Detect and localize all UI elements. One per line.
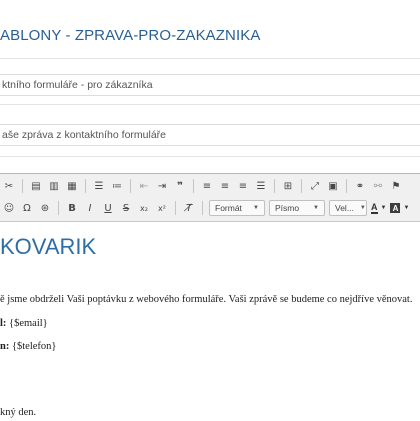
toolbar-separator	[301, 179, 302, 193]
bold-icon[interactable]: B	[64, 200, 80, 216]
toolbar-separator	[175, 201, 176, 215]
email-placeholder: {$email}	[9, 318, 48, 329]
rich-text-editor[interactable]: ✂ ▤ ▥ ▦ ☰ ≔ ⇤ ⇥ ❞ ≡ ≡ ≡ ☰ ⊞ ⤢ ▣ ⚭ ⚯ ⚑ ☺ …	[0, 173, 420, 421]
align-right-icon[interactable]: ≡	[235, 178, 251, 194]
align-left-icon[interactable]: ≡	[199, 178, 215, 194]
strikethrough-icon[interactable]: S	[118, 200, 134, 216]
background-color-label: A	[390, 203, 401, 213]
chevron-down-icon: ▼	[253, 205, 259, 211]
paste-word-icon[interactable]: ▦	[64, 178, 80, 194]
link-icon[interactable]: ⚭	[352, 178, 368, 194]
smiley-icon[interactable]: ☺	[1, 200, 17, 216]
toolbar-separator	[85, 179, 86, 193]
header-divider	[0, 58, 420, 59]
underline-icon[interactable]: U	[100, 200, 116, 216]
section-divider	[0, 156, 420, 157]
chevron-down-icon: ▼	[359, 205, 366, 211]
page-title: ABLONY - ZPRAVA-PRO-ZAKAZNIKA	[0, 27, 261, 44]
outdent-icon[interactable]: ⇤	[136, 178, 152, 194]
table-icon[interactable]: ⊞	[280, 178, 296, 194]
italic-icon[interactable]: I	[82, 200, 98, 216]
background-color-button[interactable]: A ▼	[390, 200, 409, 216]
size-dropdown[interactable]: Vel... ▼	[329, 200, 367, 216]
superscript-icon[interactable]: x²	[154, 200, 170, 216]
text-color-label: A	[371, 201, 378, 214]
cut-icon[interactable]: ✂	[1, 178, 17, 194]
toolbar-separator	[58, 201, 59, 215]
phone-label: n:	[0, 341, 10, 352]
toolbar-row-1: ✂ ▤ ▥ ▦ ☰ ≔ ⇤ ⇥ ❞ ≡ ≡ ≡ ☰ ⊞ ⤢ ▣ ⚭ ⚯ ⚑	[0, 176, 405, 196]
format-dropdown[interactable]: Formát ▼	[209, 200, 265, 216]
blockquote-icon[interactable]: ❞	[172, 178, 188, 194]
subscript-icon[interactable]: x₂	[136, 200, 152, 216]
show-blocks-icon[interactable]: ▣	[325, 178, 341, 194]
section-divider	[0, 104, 420, 105]
indent-icon[interactable]: ⇥	[154, 178, 170, 194]
paste-text-icon[interactable]: ▥	[46, 178, 62, 194]
toolbar-separator	[130, 179, 131, 193]
font-dropdown[interactable]: Písmo ▼	[269, 200, 325, 216]
chevron-down-icon: ▼	[380, 205, 387, 211]
editor-toolbar: ✂ ▤ ▥ ▦ ☰ ≔ ⇤ ⇥ ❞ ≡ ≡ ≡ ☰ ⊞ ⤢ ▣ ⚭ ⚯ ⚑ ☺ …	[0, 174, 420, 222]
email-subject-field[interactable]	[0, 124, 420, 146]
font-dropdown-label: Písmo	[275, 203, 300, 213]
unlink-icon[interactable]: ⚯	[370, 178, 386, 194]
align-justify-icon[interactable]: ☰	[253, 178, 269, 194]
toolbar-separator	[22, 179, 23, 193]
toolbar-separator	[346, 179, 347, 193]
toolbar-row-2: ☺ Ω ⊛ B I U S x₂ x² T̸ Formát ▼ Písmo ▼ …	[0, 198, 411, 218]
anchor-icon[interactable]: ⚑	[388, 178, 404, 194]
remove-format-icon[interactable]: T̸	[181, 200, 197, 216]
phone-line: n: {$telefon}	[0, 341, 56, 352]
iframe-icon[interactable]: ⊛	[37, 200, 53, 216]
special-char-icon[interactable]: Ω	[19, 200, 35, 216]
editor-content[interactable]: KOVARIK ě jsme obdrželi Vaši poptávku z …	[0, 222, 420, 420]
chevron-down-icon: ▼	[313, 205, 319, 211]
size-dropdown-label: Vel...	[335, 203, 354, 213]
closing-line: kný den.	[0, 407, 37, 418]
email-line: l: {$email}	[0, 318, 48, 329]
paste-icon[interactable]: ▤	[28, 178, 44, 194]
text-color-button[interactable]: A ▼	[371, 200, 386, 216]
email-label: l:	[0, 318, 7, 329]
document-heading: KOVARIK	[0, 234, 97, 259]
align-center-icon[interactable]: ≡	[217, 178, 233, 194]
toolbar-separator	[274, 179, 275, 193]
intro-paragraph: ě jsme obdrželi Vaši poptávku z webového…	[0, 294, 413, 305]
template-name-field[interactable]	[0, 74, 420, 96]
bulleted-list-icon[interactable]: ≔	[109, 178, 125, 194]
toolbar-separator	[193, 179, 194, 193]
numbered-list-icon[interactable]: ☰	[91, 178, 107, 194]
maximize-icon[interactable]: ⤢	[307, 178, 323, 194]
format-dropdown-label: Formát	[215, 203, 242, 213]
toolbar-separator	[202, 201, 203, 215]
chevron-down-icon: ▼	[403, 205, 410, 211]
phone-placeholder: {$telefon}	[11, 341, 57, 352]
